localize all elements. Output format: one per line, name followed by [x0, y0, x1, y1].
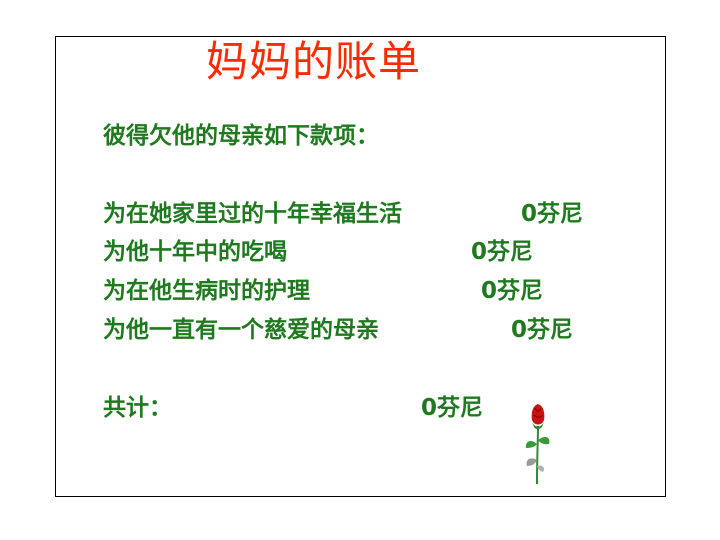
bill-item-label: 为在她家里过的十年幸福生活 — [103, 201, 402, 227]
bill-item-amount: 0芬尼 — [521, 201, 584, 227]
total-amount: 0芬尼 — [421, 395, 484, 421]
bill-item-label: 为在他生病时的护理 — [103, 278, 310, 304]
bill-item-label: 为他十年中的吃喝 — [103, 239, 287, 265]
total-label: 共计： — [103, 395, 172, 421]
bill-item-amount: 0芬尼 — [511, 317, 574, 343]
rose-icon — [525, 404, 550, 485]
intro-text: 彼得欠他的母亲如下款项： — [103, 123, 379, 149]
bill-item-label: 为他一直有一个慈爱的母亲 — [103, 317, 379, 343]
bill-item-amount: 0芬尼 — [481, 278, 544, 304]
bill-item-amount: 0芬尼 — [471, 239, 534, 265]
page-title: 妈妈的账单 — [206, 37, 422, 86]
